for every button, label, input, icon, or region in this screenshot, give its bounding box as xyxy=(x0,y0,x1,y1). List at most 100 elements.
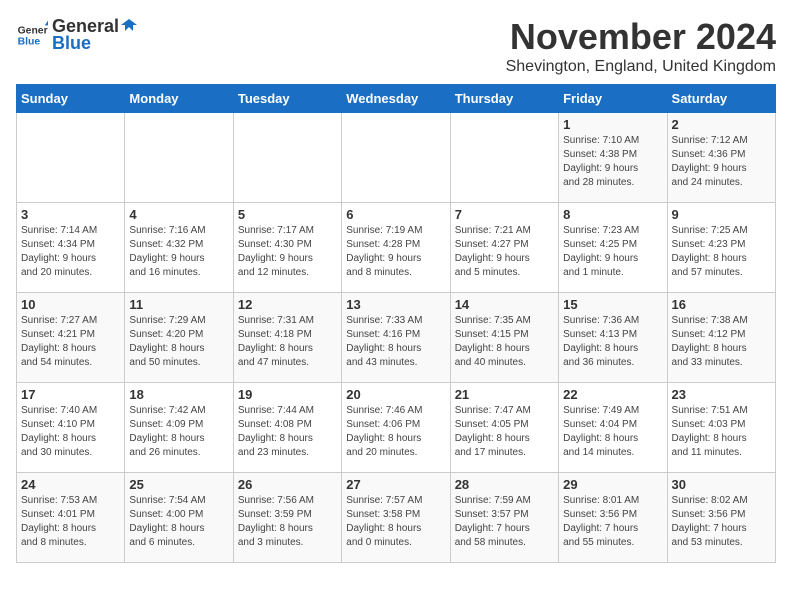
day-cell: 23Sunrise: 7:51 AM Sunset: 4:03 PM Dayli… xyxy=(667,383,775,473)
day-cell xyxy=(233,113,341,203)
day-cell: 11 Sunrise: 7:29 AM Sunset: 4:20 PM Dayli… xyxy=(125,293,233,383)
day-info: Sunrise: 7:35 AM Sunset: 4:15 PM Dayligh… xyxy=(455,314,554,370)
day-info: Sunrise: 7:23 AM Sunset: 4:25 PM Dayligh… xyxy=(563,224,662,280)
header-cell-thursday: Thursday xyxy=(450,85,558,113)
day-number: 10 xyxy=(21,297,120,312)
day-info: Sunrise: 7:46 AM Sunset: 4:06 PM Dayligh… xyxy=(346,404,445,460)
day-info: Sunrise: 7:47 AM Sunset: 4:05 PM Dayligh… xyxy=(455,404,554,460)
day-cell xyxy=(450,113,558,203)
header-cell-friday: Friday xyxy=(559,85,667,113)
day-cell: 12 Sunrise: 7:31 AM Sunset: 4:18 PM Dayli… xyxy=(233,293,341,383)
day-number: 19 xyxy=(238,387,337,402)
day-number: 15 xyxy=(563,297,662,312)
day-info: Sunrise: 7:49 AM Sunset: 4:04 PM Dayligh… xyxy=(563,404,662,460)
header-cell-monday: Monday xyxy=(125,85,233,113)
day-info: Sunrise: 7:56 AM Sunset: 3:59 PM Dayligh… xyxy=(238,494,337,550)
week-row-2: 3Sunrise: 7:14 AM Sunset: 4:34 PM Daylig… xyxy=(17,203,776,293)
day-info: Sunrise: 7:10 AM Sunset: 4:38 PM Dayligh… xyxy=(563,134,662,190)
day-cell: 24 Sunrise: 7:53 AM Sunset: 4:01 PM Dayli… xyxy=(17,473,125,563)
day-number: 8 xyxy=(563,207,662,222)
calendar-subtitle: Shevington, England, United Kingdom xyxy=(506,58,776,76)
day-cell: 26 Sunrise: 7:56 AM Sunset: 3:59 PM Dayli… xyxy=(233,473,341,563)
header-cell-tuesday: Tuesday xyxy=(233,85,341,113)
day-cell: 30 Sunrise: 8:02 AM Sunset: 3:56 PM Dayli… xyxy=(667,473,775,563)
day-info: Sunrise: 7:25 AM Sunset: 4:23 PM Dayligh… xyxy=(672,224,771,280)
day-info: Sunrise: 7:36 AM Sunset: 4:13 PM Dayligh… xyxy=(563,314,662,370)
day-cell: 17Sunrise: 7:40 AM Sunset: 4:10 PM Dayli… xyxy=(17,383,125,473)
day-number: 26 xyxy=(238,477,337,492)
header-row: SundayMondayTuesdayWednesdayThursdayFrid… xyxy=(17,85,776,113)
day-number: 12 xyxy=(238,297,337,312)
day-cell: 18 Sunrise: 7:42 AM Sunset: 4:09 PM Dayli… xyxy=(125,383,233,473)
week-row-1: 1 Sunrise: 7:10 AM Sunset: 4:38 PM Daylig… xyxy=(17,113,776,203)
day-cell: 4 Sunrise: 7:16 AM Sunset: 4:32 PM Daylig… xyxy=(125,203,233,293)
day-number: 16 xyxy=(672,297,771,312)
day-cell: 7 Sunrise: 7:21 AM Sunset: 4:27 PM Daylig… xyxy=(450,203,558,293)
day-number: 4 xyxy=(129,207,228,222)
day-cell: 10 Sunrise: 7:27 AM Sunset: 4:21 PM Dayli… xyxy=(17,293,125,383)
logo-icon: General Blue xyxy=(16,19,48,51)
day-info: Sunrise: 7:53 AM Sunset: 4:01 PM Dayligh… xyxy=(21,494,120,550)
day-cell xyxy=(17,113,125,203)
day-info: Sunrise: 8:02 AM Sunset: 3:56 PM Dayligh… xyxy=(672,494,771,550)
day-cell: 1 Sunrise: 7:10 AM Sunset: 4:38 PM Daylig… xyxy=(559,113,667,203)
header: General Blue General Blue November 2024 … xyxy=(16,16,776,76)
day-info: Sunrise: 7:27 AM Sunset: 4:21 PM Dayligh… xyxy=(21,314,120,370)
svg-text:Blue: Blue xyxy=(18,37,41,48)
day-info: Sunrise: 7:42 AM Sunset: 4:09 PM Dayligh… xyxy=(129,404,228,460)
logo-bird-icon xyxy=(119,17,139,37)
day-number: 24 xyxy=(21,477,120,492)
day-number: 20 xyxy=(346,387,445,402)
day-info: Sunrise: 7:33 AM Sunset: 4:16 PM Dayligh… xyxy=(346,314,445,370)
day-info: Sunrise: 7:44 AM Sunset: 4:08 PM Dayligh… xyxy=(238,404,337,460)
day-number: 22 xyxy=(563,387,662,402)
day-info: Sunrise: 7:12 AM Sunset: 4:36 PM Dayligh… xyxy=(672,134,771,190)
day-number: 25 xyxy=(129,477,228,492)
day-cell: 6 Sunrise: 7:19 AM Sunset: 4:28 PM Daylig… xyxy=(342,203,450,293)
day-number: 1 xyxy=(563,117,662,132)
day-number: 28 xyxy=(455,477,554,492)
logo: General Blue General Blue xyxy=(16,16,139,54)
day-cell: 16 Sunrise: 7:38 AM Sunset: 4:12 PM Dayli… xyxy=(667,293,775,383)
day-info: Sunrise: 7:14 AM Sunset: 4:34 PM Dayligh… xyxy=(21,224,120,280)
day-cell: 8 Sunrise: 7:23 AM Sunset: 4:25 PM Daylig… xyxy=(559,203,667,293)
day-info: Sunrise: 7:54 AM Sunset: 4:00 PM Dayligh… xyxy=(129,494,228,550)
day-info: Sunrise: 7:21 AM Sunset: 4:27 PM Dayligh… xyxy=(455,224,554,280)
day-info: Sunrise: 7:29 AM Sunset: 4:20 PM Dayligh… xyxy=(129,314,228,370)
week-row-5: 24 Sunrise: 7:53 AM Sunset: 4:01 PM Dayli… xyxy=(17,473,776,563)
day-info: Sunrise: 7:16 AM Sunset: 4:32 PM Dayligh… xyxy=(129,224,228,280)
day-number: 29 xyxy=(563,477,662,492)
day-number: 21 xyxy=(455,387,554,402)
day-number: 27 xyxy=(346,477,445,492)
day-number: 7 xyxy=(455,207,554,222)
day-number: 13 xyxy=(346,297,445,312)
day-number: 6 xyxy=(346,207,445,222)
day-number: 2 xyxy=(672,117,771,132)
day-cell: 27Sunrise: 7:57 AM Sunset: 3:58 PM Dayli… xyxy=(342,473,450,563)
title-area: November 2024 Shevington, England, Unite… xyxy=(506,16,776,76)
header-cell-wednesday: Wednesday xyxy=(342,85,450,113)
day-number: 14 xyxy=(455,297,554,312)
day-cell: 5Sunrise: 7:17 AM Sunset: 4:30 PM Daylig… xyxy=(233,203,341,293)
day-number: 18 xyxy=(129,387,228,402)
calendar-title: November 2024 xyxy=(506,16,776,58)
day-cell: 20 Sunrise: 7:46 AM Sunset: 4:06 PM Dayli… xyxy=(342,383,450,473)
day-cell: 21 Sunrise: 7:47 AM Sunset: 4:05 PM Dayli… xyxy=(450,383,558,473)
week-row-4: 17Sunrise: 7:40 AM Sunset: 4:10 PM Dayli… xyxy=(17,383,776,473)
day-info: Sunrise: 7:38 AM Sunset: 4:12 PM Dayligh… xyxy=(672,314,771,370)
day-number: 23 xyxy=(672,387,771,402)
day-number: 30 xyxy=(672,477,771,492)
day-info: Sunrise: 7:59 AM Sunset: 3:57 PM Dayligh… xyxy=(455,494,554,550)
day-cell: 25 Sunrise: 7:54 AM Sunset: 4:00 PM Dayli… xyxy=(125,473,233,563)
svg-text:General: General xyxy=(18,25,48,36)
day-cell xyxy=(125,113,233,203)
day-cell xyxy=(342,113,450,203)
header-cell-sunday: Sunday xyxy=(17,85,125,113)
day-info: Sunrise: 7:40 AM Sunset: 4:10 PM Dayligh… xyxy=(21,404,120,460)
day-cell: 19 Sunrise: 7:44 AM Sunset: 4:08 PM Dayli… xyxy=(233,383,341,473)
header-cell-saturday: Saturday xyxy=(667,85,775,113)
day-number: 11 xyxy=(129,297,228,312)
day-info: Sunrise: 7:19 AM Sunset: 4:28 PM Dayligh… xyxy=(346,224,445,280)
day-info: Sunrise: 7:31 AM Sunset: 4:18 PM Dayligh… xyxy=(238,314,337,370)
day-number: 9 xyxy=(672,207,771,222)
